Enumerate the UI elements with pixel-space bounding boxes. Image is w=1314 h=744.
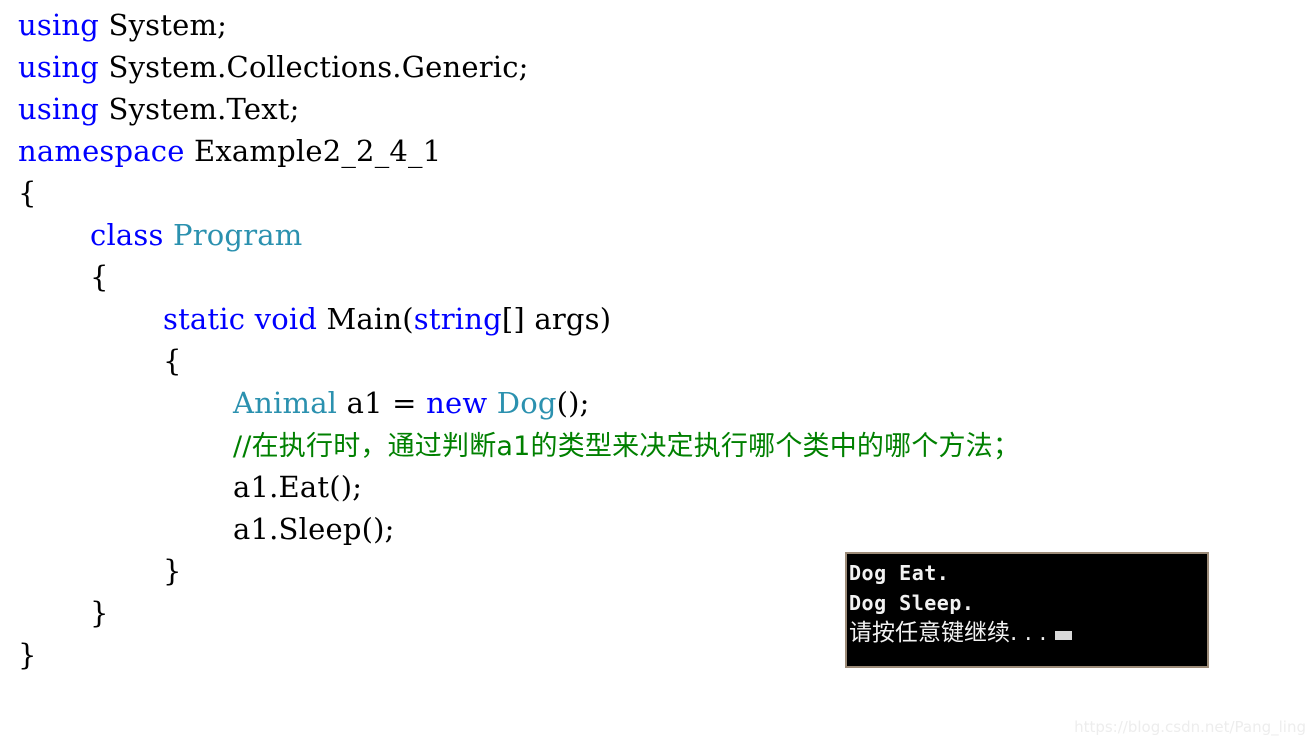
code-token: System.Text; <box>99 92 300 126</box>
code-token: { <box>163 344 182 378</box>
code-token: a1.Sleep(); <box>233 512 395 546</box>
code-line: class Program <box>0 214 1314 256</box>
code-token: Example2_2_4_1 <box>184 134 442 168</box>
code-token: (); <box>556 386 590 420</box>
code-line: a1.Eat(); <box>0 466 1314 508</box>
code-token: void <box>254 302 318 336</box>
console-line: 请按任意键继续. . . <box>849 618 1207 648</box>
code-token: namespace <box>18 134 185 168</box>
code-line: a1.Sleep(); <box>0 508 1314 550</box>
code-token: static <box>163 302 246 336</box>
code-line: namespace Example2_2_4_1 <box>0 130 1314 172</box>
code-token: { <box>18 176 37 210</box>
code-token: Program <box>173 218 303 252</box>
code-token: System; <box>99 8 228 42</box>
console-line: Dog Eat. <box>849 561 950 585</box>
console-line-list: Dog Eat. Dog Sleep. 请按任意键继续. . . <box>849 558 1207 648</box>
code-line: { <box>0 340 1314 382</box>
console-output-window[interactable]: Dog Eat. Dog Sleep. 请按任意键继续. . . <box>845 552 1209 668</box>
code-token: Dog <box>496 386 557 420</box>
code-line: //在执行时，通过判断a1的类型来决定执行哪个类中的哪个方法； <box>0 424 1314 466</box>
watermark-url: https://blog.csdn.net/Pang_ling <box>1074 718 1306 736</box>
code-token: System.Collections.Generic; <box>99 50 529 84</box>
code-line: Animal a1 = new Dog(); <box>0 382 1314 424</box>
code-token: using <box>18 50 100 84</box>
code-token: string <box>413 302 502 336</box>
console-cursor <box>1054 631 1072 640</box>
code-token: } <box>18 638 37 672</box>
console-line: Dog Sleep. <box>849 591 975 615</box>
code-token: a1 = <box>337 386 427 420</box>
code-token: } <box>163 554 182 588</box>
code-token: } <box>90 596 109 630</box>
code-token: using <box>18 92 100 126</box>
code-line: using System.Text; <box>0 88 1314 130</box>
code-token: //在执行时，通过判断a1的类型来决定执行哪个类中的哪个方法； <box>233 431 1021 462</box>
code-token: { <box>90 260 109 294</box>
code-token: class <box>90 218 164 252</box>
code-token: [] args) <box>501 302 612 336</box>
code-line: using System.Collections.Generic; <box>0 46 1314 88</box>
code-token: Main( <box>317 302 414 336</box>
code-line: using System; <box>0 4 1314 46</box>
code-token: Animal <box>233 386 338 420</box>
code-line: static void Main(string[] args) <box>0 298 1314 340</box>
code-line: { <box>0 256 1314 298</box>
code-token: a1.Eat(); <box>233 470 363 504</box>
code-token: using <box>18 8 100 42</box>
code-line: { <box>0 172 1314 214</box>
code-token: new <box>426 386 488 420</box>
